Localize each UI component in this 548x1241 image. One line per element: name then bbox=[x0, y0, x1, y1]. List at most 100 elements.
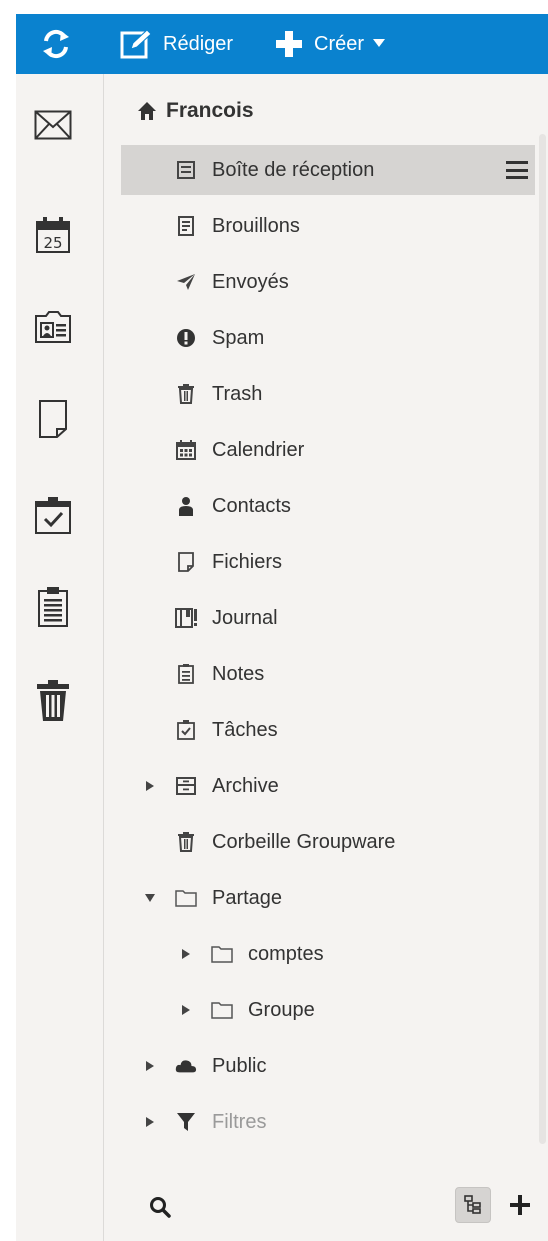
folder-filters[interactable]: Filtres bbox=[121, 1097, 535, 1147]
folder-tree-toggle[interactable] bbox=[455, 1187, 491, 1223]
folder-journal[interactable]: Journal bbox=[121, 593, 535, 643]
folder-label: Journal bbox=[212, 606, 278, 629]
search-icon bbox=[150, 1197, 171, 1218]
folder-label: Archive bbox=[212, 774, 279, 797]
folder-label: Brouillons bbox=[212, 214, 300, 237]
plus-icon bbox=[510, 1195, 530, 1215]
chevron-down-icon bbox=[145, 894, 155, 902]
chevron-down-icon bbox=[373, 39, 386, 47]
drafts-icon bbox=[175, 215, 197, 237]
refresh-button[interactable] bbox=[38, 27, 74, 61]
account-name: Francois bbox=[166, 99, 254, 122]
folder-calendar[interactable]: Calendrier bbox=[121, 425, 535, 475]
chevron-right-icon bbox=[146, 781, 154, 791]
folder-menu-button[interactable] bbox=[505, 158, 529, 182]
rail-files[interactable] bbox=[30, 396, 76, 442]
folder-label: Notes bbox=[212, 662, 265, 685]
folder-icon bbox=[175, 887, 197, 909]
inbox-icon bbox=[175, 159, 197, 181]
journal-icon bbox=[175, 607, 197, 629]
rail-trash[interactable] bbox=[30, 678, 76, 724]
paper-plane-icon bbox=[175, 271, 197, 293]
folder-icon bbox=[211, 943, 233, 965]
folder-tree-icon bbox=[464, 1195, 481, 1214]
expand-toggle[interactable] bbox=[144, 780, 156, 792]
folder-icon bbox=[211, 999, 233, 1021]
task-icon bbox=[175, 719, 197, 741]
folder-panel: Francois Boîte de réception Brouillons E… bbox=[105, 74, 548, 1241]
compose-label: Rédiger bbox=[163, 32, 234, 55]
folder-label: Spam bbox=[212, 326, 265, 349]
folder-label: Calendrier bbox=[212, 438, 305, 461]
person-icon bbox=[175, 495, 197, 517]
calendar-icon: 25 bbox=[36, 217, 70, 253]
folder-label: Tâches bbox=[212, 718, 278, 741]
folder-archive[interactable]: Archive bbox=[121, 761, 535, 811]
plus-icon bbox=[276, 31, 302, 57]
rail-mail[interactable] bbox=[30, 102, 76, 148]
expand-toggle[interactable] bbox=[144, 892, 156, 904]
chevron-right-icon bbox=[146, 1061, 154, 1071]
exclamation-icon bbox=[175, 327, 197, 349]
rail-contacts[interactable] bbox=[30, 304, 76, 350]
folder-label: Contacts bbox=[212, 494, 291, 517]
folder-groupe[interactable]: Groupe bbox=[121, 985, 535, 1035]
expand-toggle[interactable] bbox=[180, 948, 192, 960]
create-label: Créer bbox=[314, 32, 365, 55]
chevron-right-icon bbox=[182, 1005, 190, 1015]
folder-groupware-trash[interactable]: Corbeille Groupware bbox=[121, 817, 535, 867]
folder-label: Groupe bbox=[248, 998, 315, 1021]
cloud-icon bbox=[175, 1055, 197, 1077]
envelope-icon bbox=[34, 110, 72, 140]
chevron-right-icon bbox=[182, 949, 190, 959]
folder-label: Envoyés bbox=[212, 270, 289, 293]
trash-icon bbox=[175, 831, 197, 853]
folder-public[interactable]: Public bbox=[121, 1041, 535, 1091]
top-toolbar: Rédiger Créer bbox=[16, 14, 548, 74]
folder-notes[interactable]: Notes bbox=[121, 649, 535, 699]
folder-comptes[interactable]: comptes bbox=[121, 929, 535, 979]
filter-icon bbox=[175, 1111, 197, 1133]
chevron-right-icon bbox=[146, 1117, 154, 1127]
create-dropdown[interactable]: Créer bbox=[274, 26, 386, 62]
rail-notes[interactable] bbox=[30, 584, 76, 630]
calendar-icon bbox=[175, 439, 197, 461]
mail-app: Rédiger Créer 25 Francois Boîte de récep… bbox=[16, 14, 548, 1241]
contact-card-icon bbox=[35, 311, 71, 343]
folder-scrollbar[interactable] bbox=[539, 134, 546, 1144]
folder-inbox[interactable]: Boîte de réception bbox=[121, 145, 535, 195]
folder-label: Trash bbox=[212, 382, 263, 405]
folder-sent[interactable]: Envoyés bbox=[121, 257, 535, 307]
rail-calendar[interactable]: 25 bbox=[30, 212, 76, 258]
folder-spam[interactable]: Spam bbox=[121, 313, 535, 363]
rail-tasks[interactable] bbox=[30, 492, 76, 538]
folder-files[interactable]: Fichiers bbox=[121, 537, 535, 587]
expand-toggle[interactable] bbox=[144, 1060, 156, 1072]
compose-icon bbox=[120, 29, 152, 59]
folder-trash[interactable]: Trash bbox=[121, 369, 535, 419]
folder-drafts[interactable]: Brouillons bbox=[121, 201, 535, 251]
add-folder-button[interactable] bbox=[505, 1190, 535, 1220]
folder-contacts[interactable]: Contacts bbox=[121, 481, 535, 531]
clipboard-notes-icon bbox=[38, 587, 68, 627]
folder-label: Partage bbox=[212, 886, 283, 909]
trash-icon bbox=[37, 680, 69, 721]
note-icon bbox=[175, 663, 197, 685]
refresh-icon bbox=[43, 29, 69, 59]
folder-tasks[interactable]: Tâches bbox=[121, 705, 535, 755]
folder-label: Filtres bbox=[212, 1110, 267, 1133]
folder-shared[interactable]: Partage bbox=[121, 873, 535, 923]
file-icon bbox=[175, 551, 197, 573]
folder-label: comptes bbox=[248, 942, 324, 965]
folder-label: Public bbox=[212, 1054, 267, 1077]
app-rail: 25 bbox=[16, 74, 104, 1241]
folder-label: Boîte de réception bbox=[212, 158, 375, 181]
folder-search-button[interactable] bbox=[145, 1192, 175, 1222]
home-icon bbox=[138, 102, 156, 120]
expand-toggle[interactable] bbox=[144, 1116, 156, 1128]
compose-button[interactable]: Rédiger bbox=[119, 26, 233, 62]
account-header[interactable]: Francois bbox=[137, 98, 254, 124]
calendar-day: 25 bbox=[43, 234, 62, 252]
folder-label: Corbeille Groupware bbox=[212, 830, 396, 853]
expand-toggle[interactable] bbox=[180, 1004, 192, 1016]
